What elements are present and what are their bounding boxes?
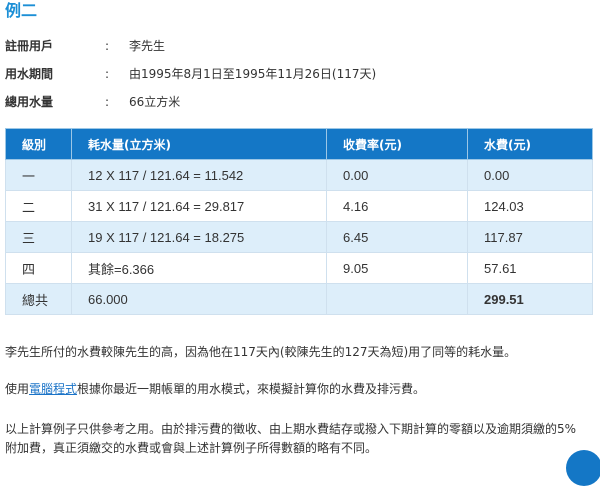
header-rate: 收費率(元) — [326, 128, 468, 160]
cell-tier: 四 — [5, 252, 72, 284]
cell-tier: 三 — [5, 221, 72, 253]
cell-charge: 117.87 — [467, 221, 593, 253]
cell-rate: 9.05 — [326, 252, 468, 284]
cell-charge: 57.61 — [467, 252, 593, 284]
info-label: 用水期間 — [5, 67, 54, 81]
info-colon: : — [105, 67, 110, 81]
disclaimer-line-1: 以上計算例子只供參考之用。由於排污費的徵收、由上期水費結存或撥入下期計算的零額以… — [5, 422, 577, 436]
cell-rate: 0.00 — [326, 159, 468, 191]
cell-rate — [326, 283, 468, 315]
cell-charge: 124.03 — [467, 190, 593, 222]
disclaimer: 以上計算例子只供參考之用。由於排污費的徵收、由上期水費結存或撥入下期計算的零額以… — [5, 420, 597, 458]
info-colon: : — [105, 95, 110, 109]
table-row: 四 其餘=6.366 9.05 57.61 — [5, 252, 593, 284]
info-value: 李先生 — [129, 39, 166, 53]
cell-consumption: 31 X 117 / 121.64 = 29.817 — [71, 190, 327, 222]
calculator-note-prefix: 使用 — [5, 382, 30, 396]
cell-total-charge: 299.51 — [467, 283, 593, 315]
cell-consumption: 其餘=6.366 — [71, 252, 327, 284]
calculator-note-suffix: 根據你最近一期帳單的用水模式，來模擬計算你的水費及排污費。 — [77, 382, 426, 396]
info-value: 由1995年8月1日至1995年11月26日(117天) — [129, 67, 377, 81]
disclaimer-line-2: 附加費，真正須繳交的水費或會與上述計算例子所得數額的略有不同。 — [5, 441, 378, 455]
info-label: 註冊用戶 — [5, 39, 54, 53]
calculator-note: 使用電腦程式根據你最近一期帳單的用水模式，來模擬計算你的水費及排污費。 — [5, 380, 597, 399]
comparison-note: 李先生所付的水費較陳先生的高，因為他在117天內(較陳先生的127天為短)用了同… — [5, 345, 517, 359]
table-row: 一 12 X 117 / 121.64 = 11.542 0.00 0.00 — [5, 159, 593, 191]
table-header-row: 級別 耗水量(立方米) 收費率(元) 水費(元) — [5, 128, 593, 160]
info-value: 66立方米 — [129, 95, 181, 109]
computer-program-link[interactable]: 電腦程式 — [29, 382, 77, 396]
cell-consumption: 66.000 — [71, 283, 327, 315]
cell-tier: 二 — [5, 190, 72, 222]
info-colon: : — [105, 39, 110, 53]
table-row: 二 31 X 117 / 121.64 = 29.817 4.16 124.03 — [5, 190, 593, 222]
table-total-row: 總共 66.000 299.51 — [5, 283, 593, 315]
water-charge-table: 級別 耗水量(立方米) 收費率(元) 水費(元) 一 12 X 117 / 12… — [5, 128, 593, 315]
cell-tier: 一 — [5, 159, 72, 191]
cell-rate: 4.16 — [326, 190, 468, 222]
header-charge: 水費(元) — [467, 128, 593, 160]
cell-rate: 6.45 — [326, 221, 468, 253]
header-tier: 級別 — [5, 128, 72, 160]
cell-consumption: 19 X 117 / 121.64 = 18.275 — [71, 221, 327, 253]
floating-action-button[interactable] — [566, 450, 600, 486]
page-title: 例二 — [5, 1, 38, 20]
info-label: 總用水量 — [5, 95, 54, 109]
header-consumption: 耗水量(立方米) — [71, 128, 327, 160]
table-row: 三 19 X 117 / 121.64 = 18.275 6.45 117.87 — [5, 221, 593, 253]
cell-consumption: 12 X 117 / 121.64 = 11.542 — [71, 159, 327, 191]
cell-charge: 0.00 — [467, 159, 593, 191]
cell-tier: 總共 — [5, 283, 72, 315]
